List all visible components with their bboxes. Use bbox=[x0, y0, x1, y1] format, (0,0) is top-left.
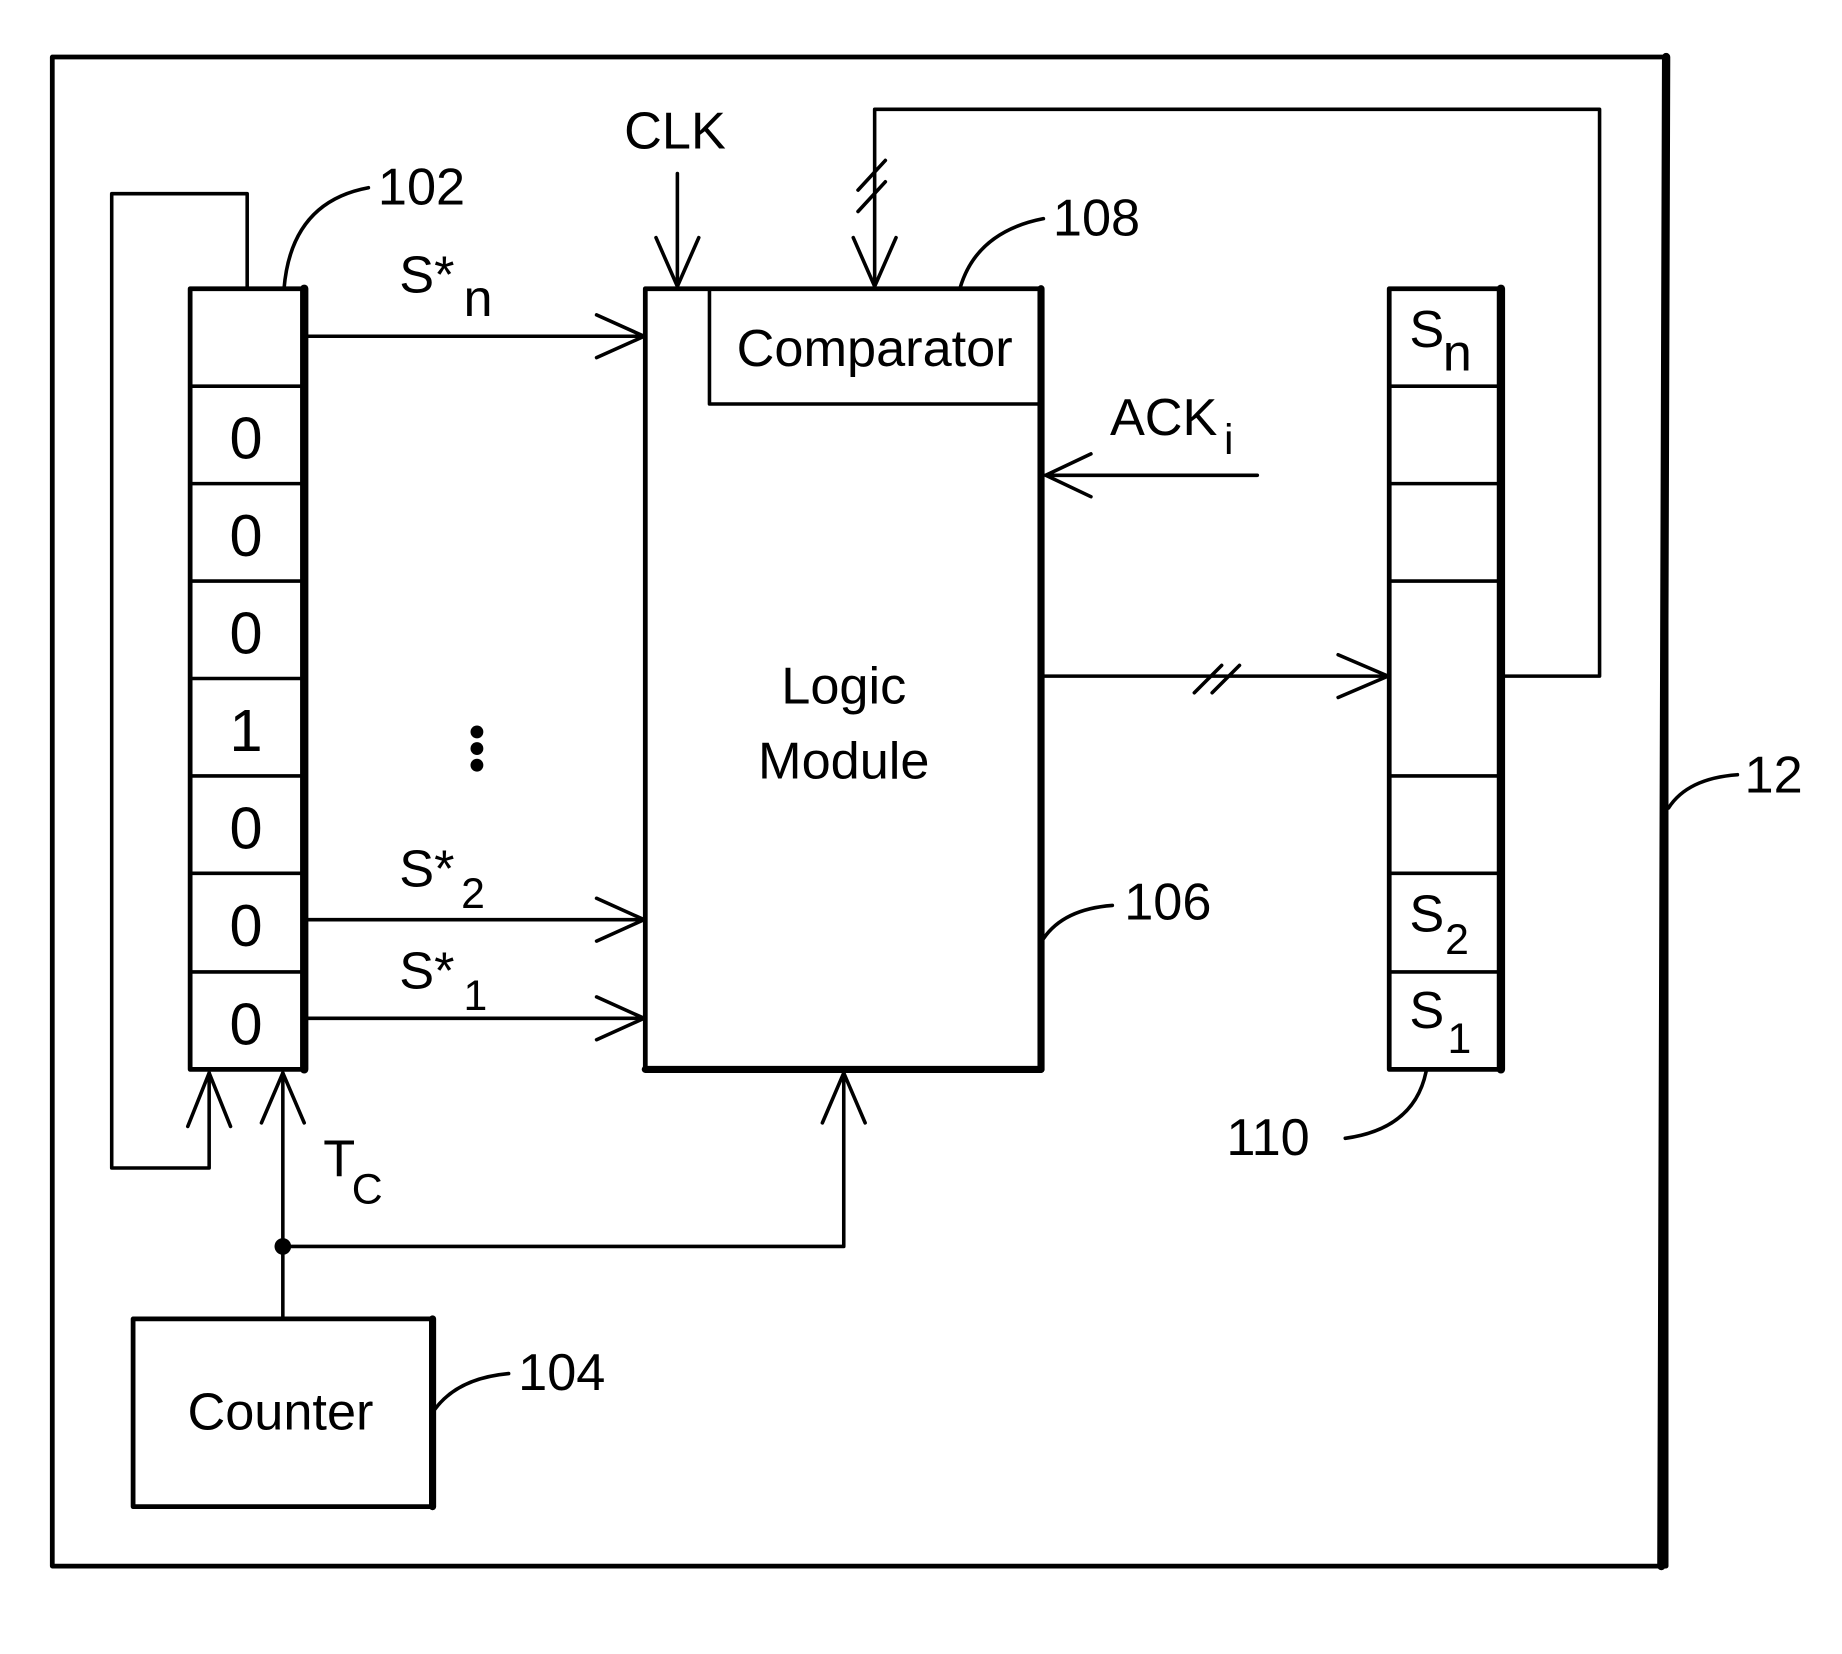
input-label-s2-sub: 2 bbox=[461, 870, 485, 918]
container-ref-leader bbox=[1666, 772, 1740, 810]
shift-register-ref-leader bbox=[282, 185, 371, 291]
input-label-sn-sub: n bbox=[463, 270, 492, 328]
bus-slash-icon bbox=[1192, 663, 1242, 695]
feedback-bus-wire bbox=[872, 107, 1602, 678]
state-register-ref: 110 bbox=[1226, 1109, 1309, 1167]
clock-label: CLK bbox=[624, 103, 726, 161]
tc-label-sub: C bbox=[352, 1166, 383, 1214]
tc-to-logic-wire bbox=[281, 1071, 846, 1249]
comparator-label: Comparator bbox=[737, 320, 1013, 378]
register-bit: 0 bbox=[229, 794, 262, 861]
state-cell-s2-sub: 2 bbox=[1445, 916, 1469, 964]
input-label-s1: S* bbox=[399, 943, 454, 1001]
feedback-loop-wire bbox=[109, 191, 249, 1170]
counter-ref: 104 bbox=[518, 1344, 605, 1402]
container-box bbox=[49, 54, 1669, 1569]
register-bit: 0 bbox=[229, 405, 262, 472]
state-register: S n S 2 S 1 bbox=[1386, 284, 1506, 1074]
register-bit: 0 bbox=[229, 502, 262, 569]
comparator-ref-leader bbox=[958, 216, 1046, 290]
input-label-s2: S* bbox=[399, 840, 454, 898]
circuit-diagram: 12 0 0 0 1 0 0 0 102 T C Counter 104 S* … bbox=[49, 52, 1803, 1571]
ellipsis: ••• bbox=[450, 724, 503, 774]
register-bit: 0 bbox=[229, 600, 262, 667]
counter-ref-leader bbox=[433, 1371, 511, 1412]
register-bit: 0 bbox=[229, 892, 262, 959]
counter-label: Counter bbox=[187, 1383, 373, 1441]
state-cell-s1-sub: 1 bbox=[1447, 1015, 1471, 1063]
input-label-s1-sub: 1 bbox=[463, 972, 487, 1020]
comparator-ref: 108 bbox=[1053, 189, 1140, 247]
state-cell-sn-sub: n bbox=[1443, 325, 1472, 383]
state-cell-s1: S bbox=[1409, 982, 1444, 1040]
input-label-sn: S* bbox=[399, 246, 454, 304]
logic-module-label-line2: Module bbox=[758, 732, 929, 790]
shift-register-ref: 102 bbox=[378, 158, 465, 216]
state-cell-sn: S bbox=[1409, 301, 1444, 359]
tc-label: T bbox=[323, 1130, 355, 1188]
logic-module-label-line1: Logic bbox=[781, 657, 906, 715]
container-ref: 12 bbox=[1745, 747, 1803, 805]
state-register-ref-leader bbox=[1343, 1069, 1428, 1141]
register-bit: 1 bbox=[229, 697, 262, 764]
logic-module-ref: 106 bbox=[1124, 874, 1211, 932]
ack-label-sub: i bbox=[1224, 416, 1234, 464]
ack-label: ACK bbox=[1110, 389, 1218, 447]
shift-register: 0 0 0 1 0 0 0 bbox=[187, 284, 309, 1074]
state-cell-s2: S bbox=[1409, 886, 1444, 944]
bus-slash-icon bbox=[856, 158, 888, 214]
register-bit: 0 bbox=[229, 990, 262, 1057]
logic-module-ref-leader bbox=[1041, 903, 1115, 941]
